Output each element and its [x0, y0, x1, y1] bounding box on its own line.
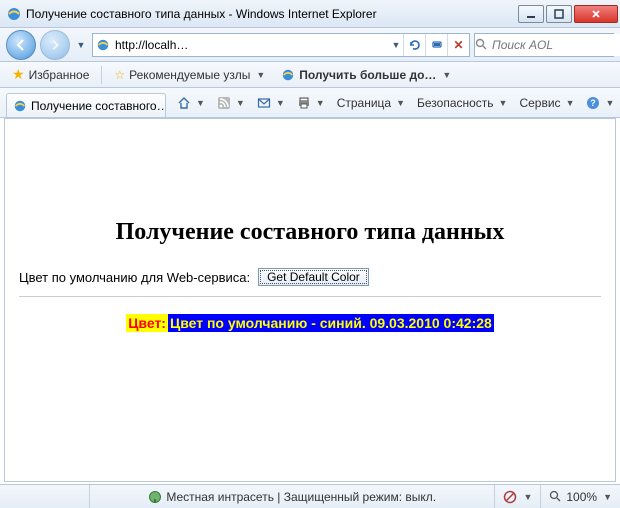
favorites-label: Избранное — [29, 68, 90, 82]
chevron-down-icon: ▼ — [256, 70, 265, 80]
favorites-bar: ★ Избранное ☆ Рекомендуемые узлы ▼ Получ… — [0, 62, 620, 88]
zoom-value: 100% — [566, 490, 597, 504]
chevron-down-icon: ▼ — [603, 492, 612, 502]
page-menu[interactable]: Страница ▼ — [332, 94, 410, 112]
back-button[interactable] — [6, 30, 36, 60]
command-bar: ▼ ▼ ▼ ▼ Страница ▼ Безопасность ▼ Сервис… — [172, 88, 619, 117]
stop-button[interactable]: ✕ — [447, 34, 469, 56]
search-bar — [474, 33, 614, 57]
nav-history-dropdown[interactable]: ▼ — [74, 30, 88, 60]
status-left — [0, 485, 90, 508]
result-line: Цвет:Цвет по умолчанию - синий. 09.03.20… — [126, 315, 494, 331]
tools-menu[interactable]: Сервис ▼ — [514, 94, 579, 112]
window-buttons — [516, 5, 618, 23]
star-icon: ★ — [12, 66, 25, 83]
navbar: ▼ ▼ ✕ — [0, 28, 620, 62]
print-button[interactable]: ▼ — [292, 94, 330, 112]
status-zone-text: Местная интрасеть | Защищенный режим: вы… — [166, 490, 436, 504]
chevron-down-icon: ▼ — [276, 98, 285, 108]
search-input[interactable] — [488, 34, 620, 56]
tab-bar: Получение составного… ▼ ▼ ▼ ▼ Страница ▼… — [0, 88, 620, 118]
get-default-color-button[interactable]: Get Default Color — [258, 268, 369, 286]
get-more-label: Получить больше до… — [299, 68, 436, 82]
divider — [19, 296, 601, 297]
tab-title: Получение составного… — [31, 99, 166, 113]
chevron-down-icon: ▼ — [605, 98, 614, 108]
chevron-down-icon: ▼ — [396, 98, 405, 108]
chevron-down-icon: ▼ — [236, 98, 245, 108]
separator — [101, 66, 102, 84]
svg-text:?: ? — [591, 98, 597, 108]
address-bar: ▼ ✕ — [92, 33, 470, 57]
address-favicon — [93, 38, 113, 52]
maximize-button[interactable] — [546, 5, 572, 23]
window-title: Получение составного типа данных - Windo… — [26, 7, 516, 21]
chevron-down-icon: ▼ — [523, 492, 532, 502]
recommended-label: Рекомендуемые узлы — [129, 68, 250, 82]
ie-favicon — [6, 6, 22, 22]
security-menu-label: Безопасность — [417, 96, 494, 110]
recommended-sites-button[interactable]: ☆ Рекомендуемые узлы ▼ — [108, 66, 271, 84]
close-button[interactable] — [574, 5, 618, 23]
forward-button[interactable] — [40, 30, 70, 60]
favorites-button[interactable]: ★ Избранное — [6, 64, 95, 85]
tab-favicon — [13, 99, 27, 113]
security-menu[interactable]: Безопасность ▼ — [412, 94, 512, 112]
ie-icon — [281, 68, 295, 82]
chevron-down-icon: ▼ — [196, 98, 205, 108]
page-menu-label: Страница — [337, 96, 391, 110]
status-bar: Местная интрасеть | Защищенный режим: вы… — [0, 484, 620, 508]
zoom-icon — [549, 490, 562, 503]
default-color-label: Цвет по умолчанию для Web-сервиса: — [19, 270, 250, 285]
chevron-down-icon: ▼ — [442, 70, 451, 80]
search-icon[interactable] — [475, 38, 488, 51]
default-color-row: Цвет по умолчанию для Web-сервиса: Get D… — [15, 268, 605, 296]
minimize-button[interactable] — [518, 5, 544, 23]
star-outline-icon: ☆ — [114, 68, 125, 82]
result-value: Цвет по умолчанию - синий. 09.03.2010 0:… — [168, 314, 494, 332]
page-heading: Получение составного типа данных — [15, 219, 605, 246]
address-input[interactable] — [113, 34, 389, 56]
zoom-control[interactable]: 100% ▼ — [541, 490, 620, 504]
chevron-down-icon: ▼ — [566, 98, 575, 108]
chevron-down-icon: ▼ — [316, 98, 325, 108]
intranet-icon — [148, 490, 162, 504]
mail-button[interactable]: ▼ — [252, 94, 290, 112]
help-button[interactable]: ? ▼ — [581, 94, 619, 112]
compat-button[interactable] — [425, 34, 447, 56]
status-blocker[interactable]: ▼ — [495, 485, 541, 508]
get-more-button[interactable]: Получить больше до… ▼ — [275, 66, 457, 84]
titlebar: Получение составного типа данных - Windo… — [0, 0, 620, 28]
chevron-down-icon: ▼ — [499, 98, 508, 108]
feeds-button[interactable]: ▼ — [212, 94, 250, 112]
page-body: Получение составного типа данных Цвет по… — [5, 119, 615, 341]
home-button[interactable]: ▼ — [172, 94, 210, 112]
refresh-button[interactable] — [403, 34, 425, 56]
tools-menu-label: Сервис — [519, 96, 560, 110]
status-zone: Местная интрасеть | Защищенный режим: вы… — [90, 485, 495, 508]
content-area: Получение составного типа данных Цвет по… — [4, 118, 616, 482]
tab-active[interactable]: Получение составного… — [6, 93, 166, 117]
result-key: Цвет: — [126, 314, 168, 332]
address-dropdown[interactable]: ▼ — [389, 30, 403, 60]
